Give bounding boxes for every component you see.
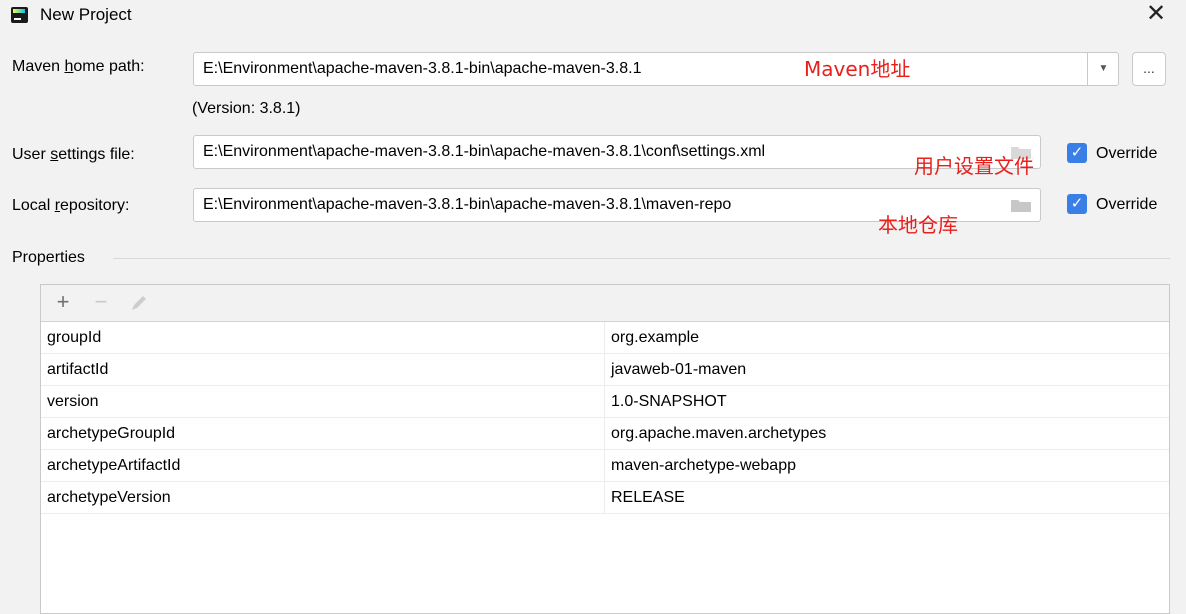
property-value[interactable]: org.example [604, 322, 1169, 354]
property-value[interactable]: org.apache.maven.archetypes [604, 417, 1169, 450]
property-key: archetypeGroupId [41, 417, 605, 450]
table-row[interactable]: version 1.0-SNAPSHOT [41, 385, 1169, 418]
window-title: New Project [40, 5, 132, 24]
table-row[interactable]: archetypeVersion RELEASE [41, 481, 1169, 514]
local-repository-value: E:\Environment\apache-maven-3.8.1-bin\ap… [203, 196, 732, 213]
annotation-local-repository: 本地仓库 [878, 213, 958, 237]
chevron-down-icon[interactable]: ▼ [1087, 52, 1119, 86]
property-key: version [41, 385, 605, 418]
maven-home-label: Maven home path: [12, 58, 145, 75]
property-key: groupId [41, 322, 605, 354]
user-settings-override-checkbox[interactable]: ✓ [1067, 143, 1087, 163]
table-row[interactable]: archetypeGroupId org.apache.maven.archet… [41, 417, 1169, 450]
user-settings-override-label: Override [1096, 145, 1158, 162]
local-repository-label: Local repository: [12, 197, 130, 214]
property-value[interactable]: RELEASE [604, 481, 1169, 514]
maven-home-combobox[interactable]: E:\Environment\apache-maven-3.8.1-bin\ap… [193, 52, 1119, 86]
table-row[interactable]: groupId org.example [41, 322, 1169, 354]
property-key: archetypeVersion [41, 481, 605, 514]
properties-title: Properties [12, 249, 85, 266]
title-bar: New Project ✕ [0, 0, 1186, 30]
maven-version-text: (Version: 3.8.1) [192, 100, 301, 117]
property-value[interactable]: maven-archetype-webapp [604, 449, 1169, 482]
properties-table: groupId org.example artifactId javaweb-0… [41, 322, 1169, 514]
local-repository-override-checkbox[interactable]: ✓ [1067, 194, 1087, 214]
properties-separator [113, 258, 1170, 259]
maven-home-value: E:\Environment\apache-maven-3.8.1-bin\ap… [203, 60, 642, 77]
intellij-app-icon [11, 7, 28, 23]
property-value[interactable]: javaweb-01-maven [604, 353, 1169, 386]
user-settings-label: User settings file: [12, 146, 135, 163]
user-settings-value: E:\Environment\apache-maven-3.8.1-bin\ap… [203, 143, 766, 160]
annotation-maven-address: Maven地址 [804, 57, 911, 81]
table-row[interactable]: artifactId javaweb-01-maven [41, 353, 1169, 386]
close-icon[interactable]: ✕ [1142, 0, 1170, 28]
annotation-user-settings: 用户设置文件 [914, 154, 1034, 178]
property-value[interactable]: 1.0-SNAPSHOT [604, 385, 1169, 418]
add-icon[interactable]: + [50, 289, 76, 315]
property-key: artifactId [41, 353, 605, 386]
edit-pencil-icon[interactable] [129, 293, 149, 313]
remove-icon[interactable]: − [88, 289, 114, 315]
folder-icon[interactable] [1010, 197, 1032, 213]
local-repository-override-label: Override [1096, 196, 1158, 213]
table-row[interactable]: archetypeArtifactId maven-archetype-weba… [41, 449, 1169, 482]
browse-button[interactable]: ... [1132, 52, 1166, 86]
property-key: archetypeArtifactId [41, 449, 605, 482]
properties-toolbar: + − [41, 285, 1169, 322]
